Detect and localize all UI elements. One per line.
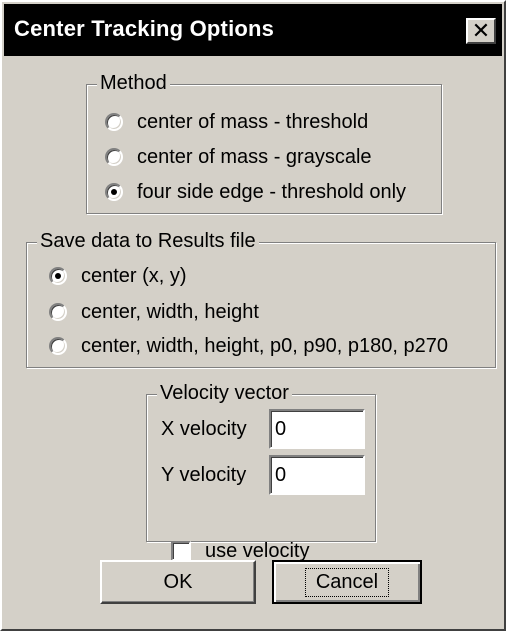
radio-button-selected[interactable] bbox=[49, 267, 67, 285]
radio-label: center of mass - threshold bbox=[137, 110, 369, 133]
radio-button-selected[interactable] bbox=[105, 183, 123, 201]
x-velocity-label: X velocity bbox=[161, 417, 247, 440]
cancel-button-label: Cancel bbox=[304, 567, 390, 597]
close-button[interactable]: ✕ bbox=[466, 18, 496, 44]
x-velocity-row: X velocity bbox=[161, 407, 365, 451]
use-velocity-checkbox[interactable] bbox=[171, 541, 191, 561]
y-velocity-label: Y velocity bbox=[161, 463, 247, 486]
method-option-com-threshold[interactable]: center of mass - threshold bbox=[105, 107, 368, 137]
ok-button-label: OK bbox=[163, 570, 193, 593]
velocity-group-label: Velocity vector bbox=[157, 381, 292, 405]
radio-button[interactable] bbox=[105, 148, 123, 166]
cancel-button[interactable]: Cancel bbox=[272, 560, 422, 604]
method-option-four-side-edge[interactable]: four side edge - threshold only bbox=[105, 177, 406, 207]
radio-label: center, width, height, p0, p90, p180, p2… bbox=[81, 334, 448, 357]
radio-label: four side edge - threshold only bbox=[137, 180, 407, 203]
x-velocity-input[interactable] bbox=[269, 409, 365, 449]
center-tracking-options-dialog: Center Tracking Options ✕ Method center … bbox=[0, 0, 506, 631]
method-group: Method center of mass - threshold center… bbox=[86, 71, 442, 214]
ok-button[interactable]: OK bbox=[100, 560, 256, 604]
velocity-group: Velocity vector X velocity Y velocity us… bbox=[146, 381, 376, 562]
title-bar: Center Tracking Options ✕ bbox=[4, 4, 502, 56]
y-velocity-row: Y velocity bbox=[161, 453, 365, 497]
radio-label: center of mass - grayscale bbox=[137, 145, 372, 168]
save-option-center-width-height-angles[interactable]: center, width, height, p0, p90, p180, p2… bbox=[49, 331, 448, 361]
save-data-group: Save data to Results file center (x, y) … bbox=[26, 229, 496, 368]
radio-button[interactable] bbox=[105, 113, 123, 131]
radio-button[interactable] bbox=[49, 303, 67, 321]
close-icon: ✕ bbox=[471, 18, 491, 43]
save-option-center[interactable]: center (x, y) bbox=[49, 261, 187, 291]
y-velocity-input[interactable] bbox=[269, 455, 365, 495]
save-data-group-label: Save data to Results file bbox=[37, 229, 259, 253]
save-option-center-width-height[interactable]: center, width, height bbox=[49, 297, 259, 327]
radio-label: center (x, y) bbox=[81, 264, 187, 287]
method-option-com-grayscale[interactable]: center of mass - grayscale bbox=[105, 142, 372, 172]
radio-button[interactable] bbox=[49, 337, 67, 355]
method-group-label: Method bbox=[97, 71, 170, 95]
dialog-title: Center Tracking Options bbox=[14, 16, 275, 41]
radio-label: center, width, height bbox=[81, 300, 259, 323]
